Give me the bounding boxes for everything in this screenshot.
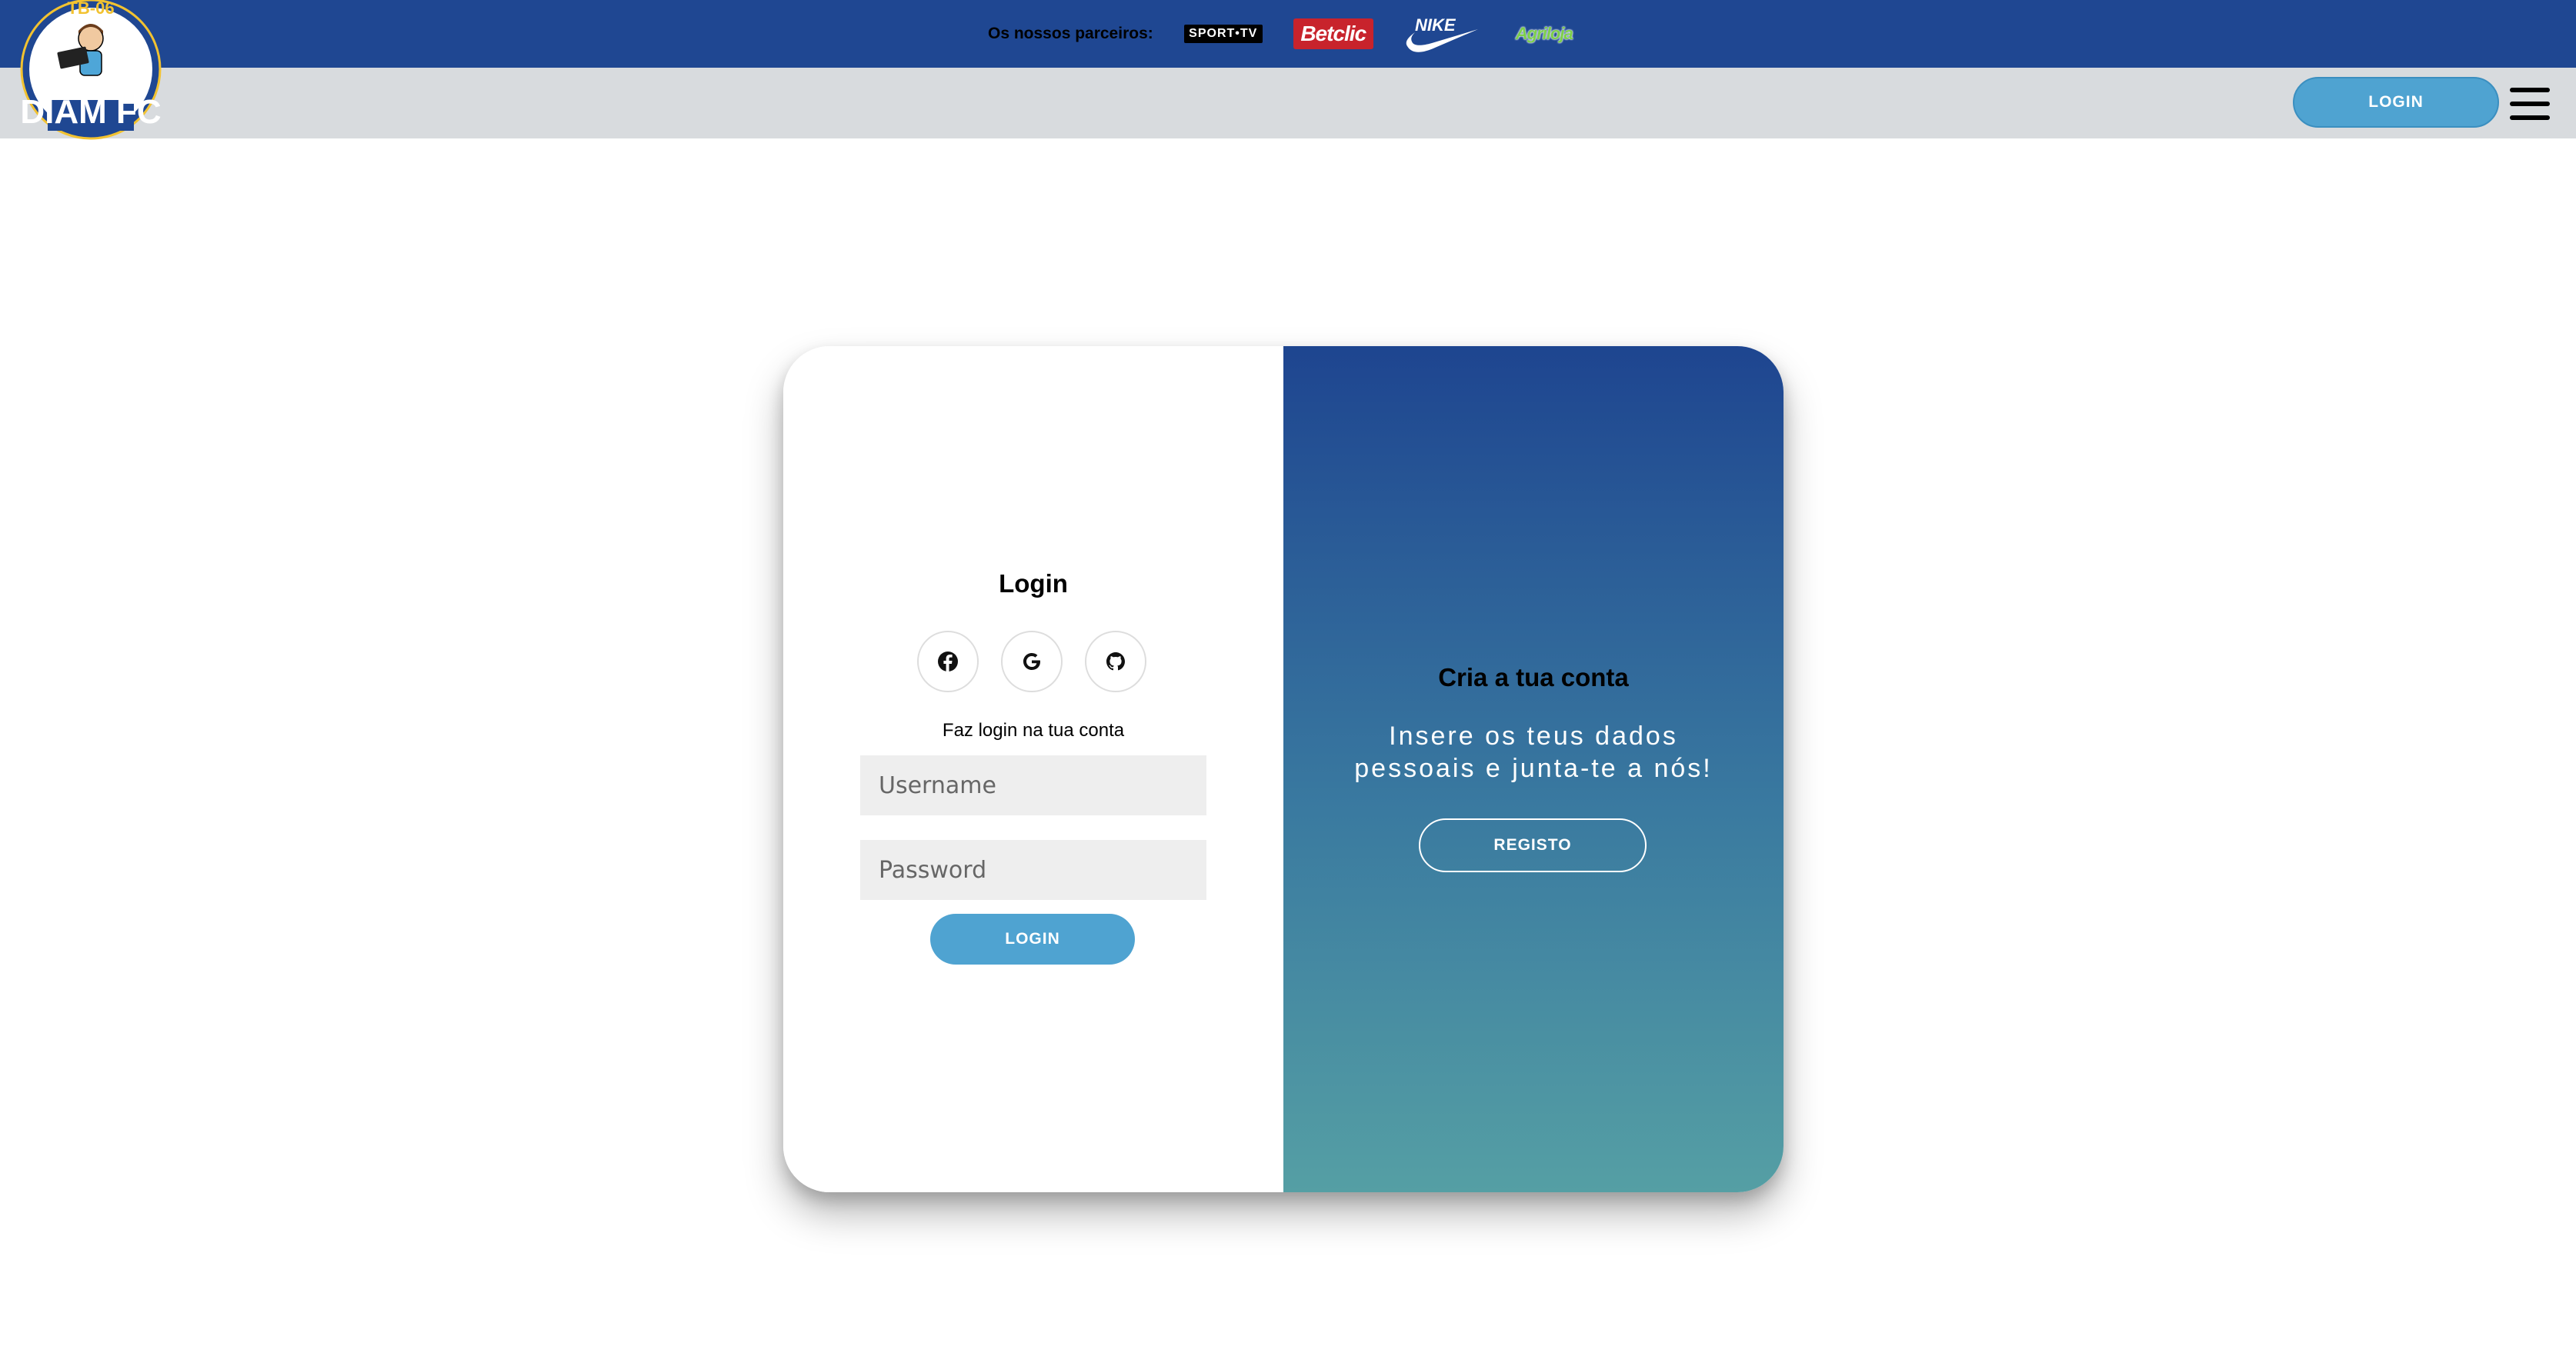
register-button[interactable]: REGISTO (1419, 818, 1647, 872)
club-code: TB-06 (67, 0, 114, 18)
club-name: DIAM FC (20, 93, 161, 131)
nike-logo-text: NIKE (1415, 15, 1457, 35)
login-card: Login Faz login na tua conta Username LO… (783, 346, 1784, 1192)
partner-bar: Os nossos parceiros: SPORT•TV Betclic NI… (0, 0, 2576, 68)
login-title: Login (999, 569, 1068, 598)
hamburger-icon[interactable] (2510, 88, 2550, 120)
nike-logo[interactable]: NIKE (1404, 12, 1480, 55)
register-text: Insere os teus dados pessoais e junta-te… (1354, 721, 1713, 783)
agriloja-logo[interactable]: Agriloja (1510, 21, 1578, 47)
google-login-button[interactable] (1001, 631, 1063, 692)
register-title: Cria a tua conta (1438, 663, 1629, 691)
login-subtitle: Faz login na tua conta (942, 720, 1125, 741)
login-submit-button[interactable]: LOGIN (930, 914, 1135, 965)
social-login-row (917, 631, 1146, 692)
google-icon (1023, 653, 1040, 670)
navbar: LOGIN (0, 68, 2576, 138)
github-login-button[interactable] (1085, 631, 1146, 692)
betclic-logo[interactable]: Betclic (1293, 18, 1373, 49)
github-icon (1106, 652, 1125, 671)
facebook-icon (938, 652, 958, 672)
partners-label: Os nossos parceiros: (988, 25, 1153, 42)
nav-login-button[interactable]: LOGIN (2293, 77, 2499, 128)
password-input[interactable] (860, 840, 1206, 900)
sporttv-logo[interactable]: SPORT•TV (1183, 25, 1263, 43)
facebook-login-button[interactable] (917, 631, 979, 692)
username-input[interactable] (860, 755, 1206, 815)
partners-list: Os nossos parceiros: SPORT•TV Betclic NI… (988, 11, 1578, 57)
login-panel: Login Faz login na tua conta Username LO… (783, 346, 1283, 1192)
club-logo[interactable]: DIAM FC TB-06 (20, 0, 162, 140)
register-panel: Cria a tua conta Insere os teus dados pe… (1283, 346, 1784, 1192)
